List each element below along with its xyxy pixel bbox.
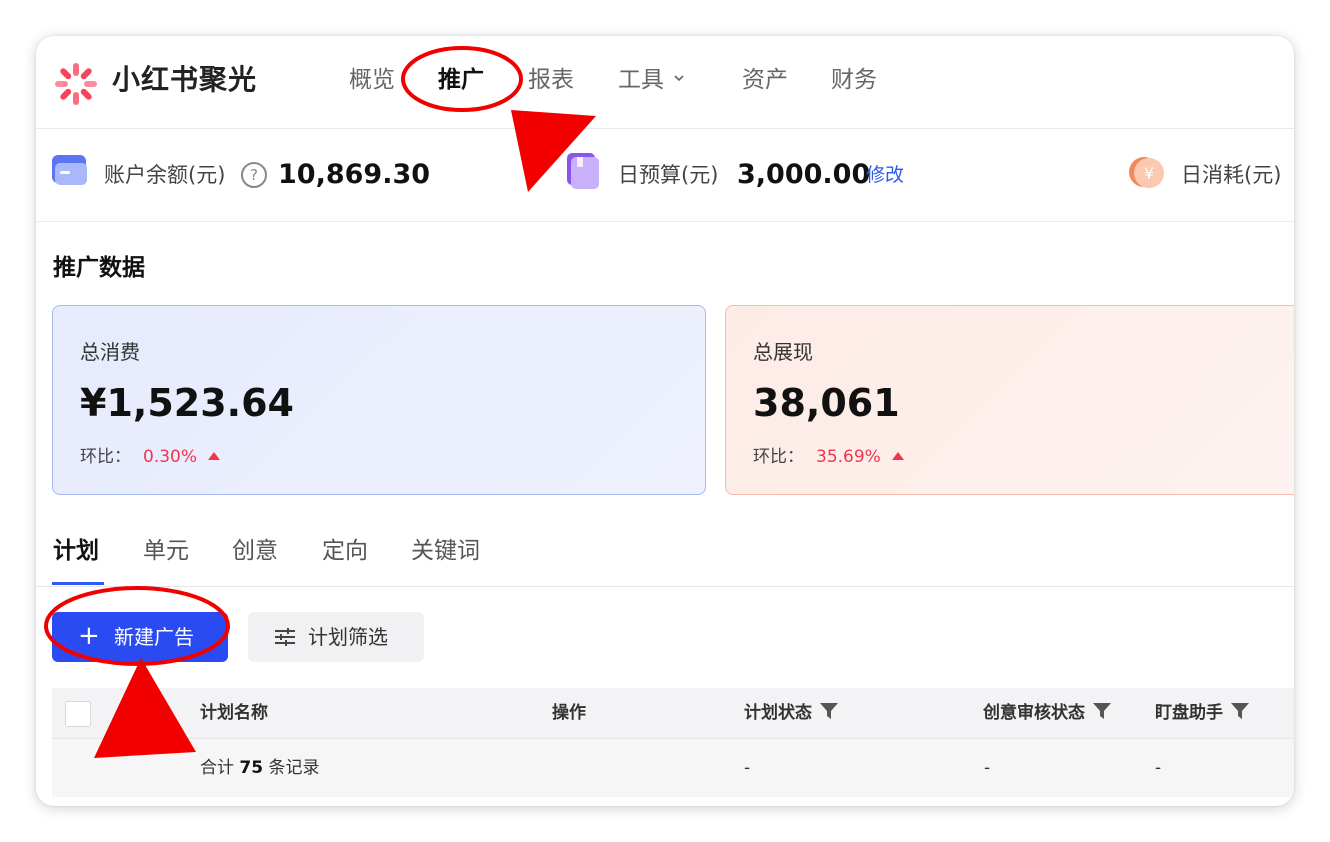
column-label: 计划状态 — [744, 703, 812, 723]
sliders-icon — [275, 628, 295, 646]
new-ad-label: 新建广告 — [114, 625, 194, 649]
app-window: 小红书聚光 概览 推广 报表 工具 资产 财务 账户余额(元) ? 10,869… — [36, 36, 1294, 806]
trend-up-icon — [208, 452, 220, 460]
balance-value: 10,869.30 — [278, 159, 431, 190]
tab-plan[interactable]: 计划 — [53, 534, 99, 568]
budget-value: 3,000.00 — [737, 159, 871, 190]
card-value: 38,061 — [753, 381, 900, 425]
filter-funnel-icon[interactable] — [1093, 702, 1111, 720]
column-monitor-assistant: 盯盘助手 — [1155, 700, 1249, 726]
table-header: 计划名称 操作 计划状态 创意审核状态 盯盘助手 — [52, 688, 1294, 739]
yen-coin-icon: ¥ — [1129, 157, 1164, 188]
total-spend-card: 总消费 ¥1,523.64 环比： 0.30% — [52, 305, 706, 495]
tab-targeting[interactable]: 定向 — [322, 534, 368, 568]
help-icon[interactable]: ? — [241, 162, 267, 188]
top-nav: 小红书聚光 概览 推广 报表 工具 资产 财务 — [36, 36, 1294, 129]
section-title: 推广数据 — [53, 255, 145, 281]
spend-label: 日消耗(元) — [1181, 163, 1282, 187]
ratio-label: 环比： — [80, 447, 131, 467]
new-ad-button[interactable]: + 新建广告 — [52, 612, 228, 662]
column-review-status: 创意审核状态 — [983, 700, 1111, 726]
svg-text:¥: ¥ — [1144, 164, 1154, 183]
filter-funnel-icon[interactable] — [1231, 702, 1249, 720]
nav-finance[interactable]: 财务 — [831, 62, 877, 98]
total-impressions-card: 总展现 38,061 环比： 35.69% — [725, 305, 1294, 495]
column-plan-status: 计划状态 — [744, 700, 838, 726]
select-all-checkbox[interactable] — [65, 701, 91, 727]
column-plan-name[interactable]: 计划名称 — [200, 700, 268, 726]
summary-cell: - — [744, 758, 751, 778]
brand-name: 小红书聚光 — [112, 63, 258, 96]
trend-up-icon — [892, 452, 904, 460]
summary-cell: - — [1155, 758, 1162, 778]
filter-funnel-icon[interactable] — [820, 702, 838, 720]
active-tab-indicator — [52, 582, 104, 585]
nav-tools-label: 工具 — [618, 67, 664, 93]
tab-keywords[interactable]: 关键词 — [411, 534, 480, 568]
nav-reports[interactable]: 报表 — [528, 62, 574, 98]
summary-count: 75 — [239, 758, 264, 778]
budget-edit-link[interactable]: 修改 — [866, 160, 904, 190]
nav-overview[interactable]: 概览 — [349, 62, 395, 98]
plus-icon: + — [78, 621, 100, 651]
budget-book-icon — [567, 153, 599, 189]
nav-assets[interactable]: 资产 — [742, 62, 788, 98]
nav-promotion[interactable]: 推广 — [438, 62, 484, 98]
wallet-card-icon — [52, 155, 87, 185]
ratio-value: 0.30% — [143, 447, 198, 467]
column-label: 创意审核状态 — [983, 703, 1085, 723]
card-value: ¥1,523.64 — [80, 381, 294, 425]
tab-unit[interactable]: 单元 — [143, 534, 189, 568]
ratio-label: 环比： — [753, 447, 804, 467]
summary-suffix: 条记录 — [268, 758, 320, 778]
summary-prefix: 合计 — [200, 758, 234, 778]
summary-total: 合计 75 条记录 — [200, 755, 319, 781]
account-stats-bar: 账户余额(元) ? 10,869.30 日预算(元) 3,000.00 修改 ¥… — [36, 129, 1294, 222]
level-tabs: 计划 单元 创意 定向 关键词 — [36, 522, 1294, 587]
summary-cell: - — [984, 758, 991, 778]
balance-label: 账户余额(元) — [104, 163, 226, 187]
column-actions: 操作 — [552, 703, 586, 723]
card-label: 总展现 — [753, 340, 813, 364]
chevron-down-icon — [674, 75, 684, 82]
summary-row: 合计 75 条记录 - - - — [52, 739, 1294, 797]
nav-tools[interactable]: 工具 — [618, 62, 684, 98]
card-label: 总消费 — [80, 340, 140, 364]
xiaohongshu-logo-icon — [55, 63, 97, 105]
budget-label: 日预算(元) — [618, 163, 719, 187]
plan-filter-label: 计划筛选 — [308, 625, 388, 649]
tab-creative[interactable]: 创意 — [232, 534, 278, 568]
ratio-value: 35.69% — [816, 447, 881, 467]
column-label: 盯盘助手 — [1155, 703, 1223, 723]
plan-filter-button[interactable]: 计划筛选 — [248, 612, 424, 662]
